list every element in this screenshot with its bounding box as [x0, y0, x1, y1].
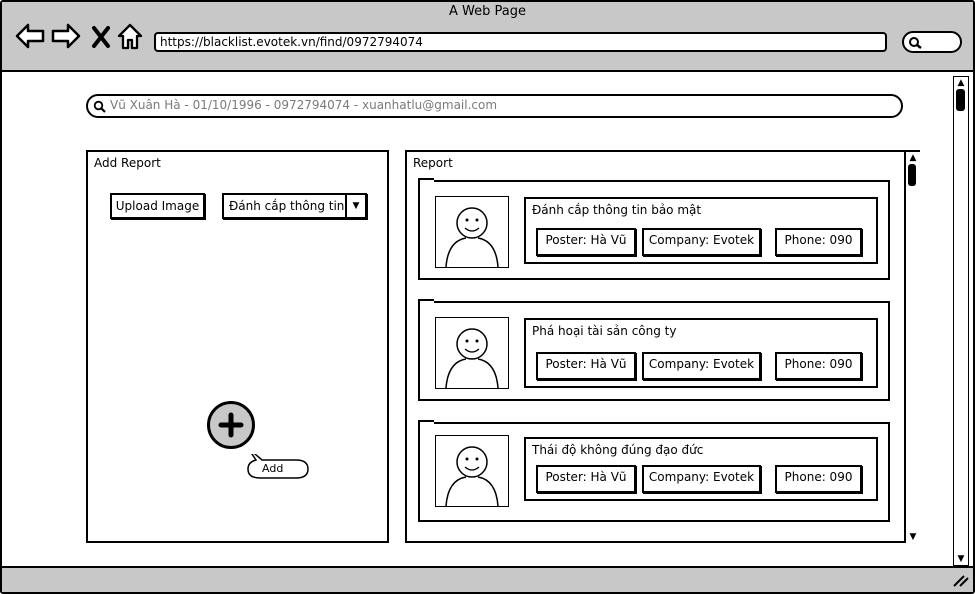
search-icon [93, 100, 106, 113]
user-avatar-icon [435, 435, 509, 507]
category-select-value: Đánh cắp thông tin [229, 199, 345, 213]
user-avatar-icon [435, 196, 509, 268]
status-bar [2, 566, 973, 592]
add-tooltip-label: Add [262, 462, 284, 475]
phone-field: Phone: 090 [775, 228, 862, 256]
report-panel: Report ▲ ▼ Đánh cắp thông tin bảo mật Po… [405, 150, 920, 543]
company-field: Company: Evotek [642, 465, 761, 493]
page-scroll-thumb[interactable] [956, 89, 965, 111]
report-title: Phá hoại tài sản công ty [532, 324, 677, 338]
report-title: Thái độ không đúng đạo đức [532, 443, 704, 457]
search-icon [909, 37, 922, 49]
report-scroll-thumb[interactable] [908, 164, 916, 186]
phone-field: Phone: 090 [775, 352, 862, 380]
poster-field: Poster: Hà Vũ [536, 465, 636, 493]
add-report-button[interactable] [207, 401, 255, 449]
poster-field: Poster: Hà Vũ [536, 352, 636, 380]
user-avatar-icon [435, 317, 509, 389]
report-info: Đánh cắp thông tin bảo mật Poster: Hà Vũ… [524, 197, 878, 264]
search-input[interactable]: Vũ Xuân Hà - 01/10/1996 - 0972794074 - x… [86, 94, 903, 118]
scroll-up-icon[interactable]: ▲ [954, 77, 968, 89]
phone-field: Phone: 090 [775, 465, 862, 493]
add-report-panel: Add Report Upload Image Đánh cắp thông t… [86, 150, 389, 543]
scroll-down-icon[interactable]: ▼ [906, 531, 920, 543]
scroll-up-icon[interactable]: ▲ [906, 152, 920, 164]
report-card[interactable]: Đánh cắp thông tin bảo mật Poster: Hà Vũ… [418, 178, 890, 280]
search-input-value: Vũ Xuân Hà - 01/10/1996 - 0972794074 - x… [110, 98, 498, 112]
home-icon[interactable] [116, 20, 148, 52]
report-card[interactable]: Thái độ không đúng đạo đức Poster: Hà Vũ… [418, 420, 890, 522]
browser-search-field[interactable] [902, 31, 962, 53]
window-title: A Web Page [449, 4, 526, 19]
add-tooltip: Add [246, 454, 310, 480]
report-title: Đánh cắp thông tin bảo mật [532, 203, 702, 217]
category-select[interactable]: Đánh cắp thông tin ▼ [222, 193, 367, 219]
plus-icon [218, 412, 244, 438]
resize-grip-icon[interactable] [950, 572, 970, 588]
report-info: Thái độ không đúng đạo đức Poster: Hà Vũ… [524, 437, 878, 501]
poster-field: Poster: Hà Vũ [536, 228, 636, 256]
url-bar[interactable]: https://blacklist.evotek.vn/find/0972794… [154, 32, 887, 52]
back-arrow-icon[interactable] [14, 20, 46, 52]
upload-image-button[interactable]: Upload Image [110, 193, 205, 219]
company-field: Company: Evotek [642, 352, 761, 380]
add-report-title: Add Report [94, 156, 161, 170]
report-info: Phá hoại tài sản công ty Poster: Hà Vũ C… [524, 318, 878, 388]
forward-arrow-icon[interactable] [50, 20, 82, 52]
report-scrollbar[interactable]: ▲ ▼ [904, 152, 920, 543]
scroll-down-icon[interactable]: ▼ [954, 553, 968, 565]
report-card[interactable]: Phá hoại tài sản công ty Poster: Hà Vũ C… [418, 299, 890, 401]
chevron-down-icon[interactable]: ▼ [345, 195, 365, 217]
report-panel-title: Report [413, 156, 453, 170]
company-field: Company: Evotek [642, 228, 761, 256]
page-scrollbar[interactable]: ▲ ▼ [953, 76, 969, 566]
